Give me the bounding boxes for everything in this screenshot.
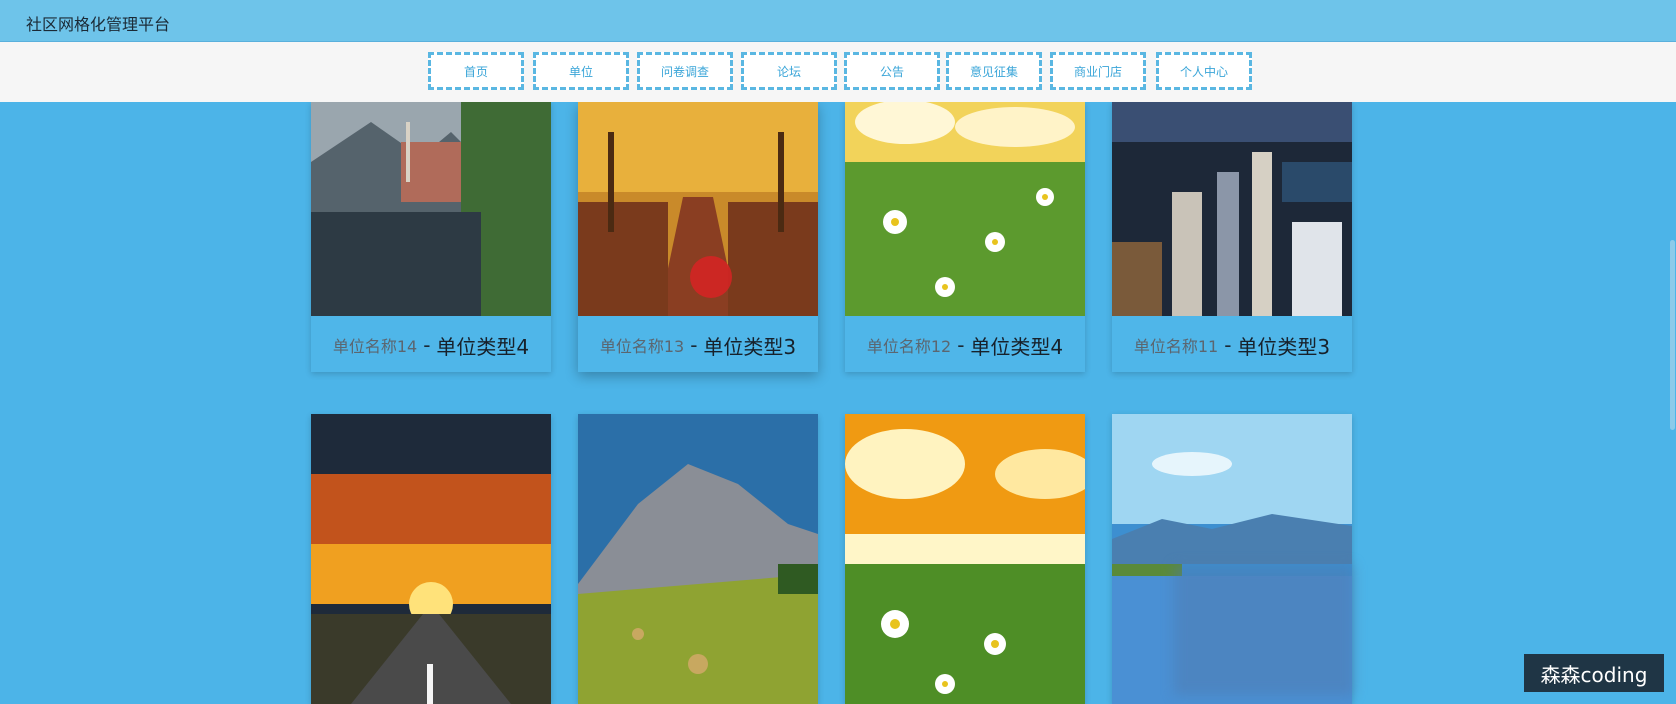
video-watermark: 森森coding: [1524, 654, 1664, 692]
nav-bar: 首页 单位 问卷调查 论坛 公告 意见征集 商业门店 个人中心: [0, 42, 1676, 102]
nav-store-button[interactable]: 商业门店: [1050, 52, 1146, 90]
card-caption: 单位名称11 - 单位类型3: [1112, 318, 1352, 372]
unit-card[interactable]: [578, 414, 818, 704]
nav-home-button[interactable]: 首页: [428, 52, 524, 90]
unit-card-grid: 单位名称14 - 单位类型4 单位名称13 - 单位类型3 单位名称12 - 单…: [0, 102, 1676, 704]
unit-type: 单位类型3: [1237, 334, 1331, 359]
nav-unit-button[interactable]: 单位: [533, 52, 629, 90]
caption-separator: -: [957, 333, 965, 357]
nav-survey-button[interactable]: 问卷调查: [637, 52, 733, 90]
nav-forum-button[interactable]: 论坛: [741, 52, 837, 90]
mouse-cursor-highlight: [690, 256, 732, 298]
mountain-meadow-photo: [578, 414, 818, 704]
app-title: 社区网格化管理平台: [26, 15, 171, 34]
caption-separator: -: [690, 333, 698, 357]
unit-card[interactable]: 单位名称12 - 单位类型4: [845, 102, 1085, 372]
nav-feedback-button[interactable]: 意见征集: [946, 52, 1042, 90]
unit-card[interactable]: [311, 414, 551, 704]
unit-type: 单位类型3: [703, 334, 797, 359]
lake-village-photo: [311, 102, 551, 316]
nav-profile-button[interactable]: 个人中心: [1156, 52, 1252, 90]
unit-type: 单位类型4: [436, 334, 530, 359]
page-scrollbar[interactable]: [1670, 240, 1675, 430]
sunset-road-photo: [311, 414, 551, 704]
unit-name: 单位名称11: [1133, 337, 1219, 356]
daisy-field-photo: [845, 102, 1085, 316]
card-caption: 单位名称13 - 单位类型3: [578, 318, 818, 372]
unit-name: 单位名称12: [866, 337, 952, 356]
city-night-photo: [1112, 102, 1352, 316]
top-bar: 社区网格化管理平台: [0, 0, 1676, 42]
card-caption: 单位名称12 - 单位类型4: [845, 318, 1085, 372]
unit-type: 单位类型4: [970, 334, 1064, 359]
unit-name: 单位名称14: [332, 337, 418, 356]
unit-card[interactable]: [845, 414, 1085, 704]
blurred-region: [1174, 565, 1354, 695]
card-caption: 单位名称14 - 单位类型4: [311, 318, 551, 372]
unit-card[interactable]: 单位名称14 - 单位类型4: [311, 102, 551, 372]
unit-card[interactable]: 单位名称13 - 单位类型3: [578, 102, 818, 372]
unit-name: 单位名称13: [599, 337, 685, 356]
nav-notice-button[interactable]: 公告: [844, 52, 940, 90]
caption-separator: -: [1224, 333, 1232, 357]
unit-card[interactable]: 单位名称11 - 单位类型3: [1112, 102, 1352, 372]
daisy-sunrise-photo: [845, 414, 1085, 704]
caption-separator: -: [423, 333, 431, 357]
